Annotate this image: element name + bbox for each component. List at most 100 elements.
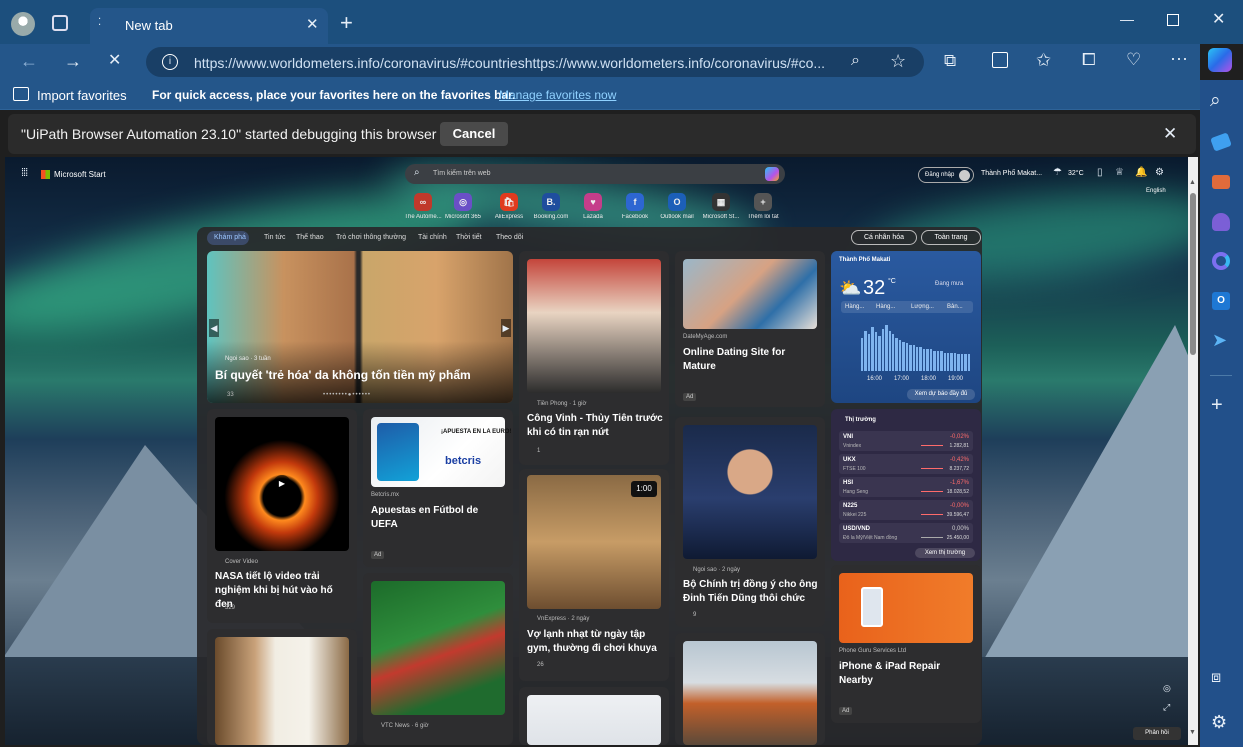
nav-tab-casual-games[interactable]: Trò chơi thông thường [336, 234, 406, 241]
microsoft365-icon[interactable] [1212, 252, 1230, 270]
settings-icon[interactable]: ⚙ [1211, 713, 1227, 731]
tab-actions-icon[interactable] [52, 15, 68, 31]
news-card[interactable]: 1:00 VnExpress · 2 ngày Vợ lạnh nhạt từ … [519, 469, 669, 681]
import-favorites-icon[interactable] [13, 87, 29, 101]
quick-link[interactable]: ♥ Lazada [573, 193, 613, 220]
nav-tab-finance[interactable]: Tài chính [418, 234, 447, 241]
card-title[interactable]: Online Dating Site for Mature [683, 346, 819, 374]
import-favorites-link[interactable]: Import favorites [37, 88, 127, 103]
zoom-icon[interactable]: ⌕ [851, 53, 860, 69]
more-icon[interactable]: ··· [1170, 49, 1188, 67]
ad-card[interactable]: ¡APUESTA EN LA EURO! betcris Betcris.mx … [363, 409, 513, 567]
page-scrollbar[interactable]: ▲ ▼ [1188, 157, 1198, 745]
page-settings-icon[interactable]: ⚙ [1155, 168, 1164, 178]
split-screen-icon[interactable] [992, 52, 1008, 68]
back-icon[interactable]: ← [20, 52, 38, 70]
quick-link[interactable]: O Outlook mail [657, 193, 697, 220]
view-market-button[interactable]: Xem thị trường [915, 548, 975, 558]
forward-icon[interactable]: → [64, 52, 82, 70]
screenshot-icon[interactable]: ⧈ [1211, 670, 1221, 686]
nav-tab-sports[interactable]: Thể thao [296, 234, 324, 241]
weather-tab[interactable]: Bản... [947, 304, 963, 310]
games-icon[interactable] [1212, 213, 1230, 231]
next-icon[interactable]: ▶ [501, 319, 511, 337]
layout-dropdown[interactable]: Toàn trang [921, 230, 981, 245]
new-tab-icon[interactable]: + [340, 12, 353, 34]
send-icon[interactable]: ➤ [1212, 331, 1227, 349]
news-card[interactable] [675, 633, 825, 745]
copilot-icon[interactable] [765, 167, 779, 181]
carousel-dots[interactable]: ••••••••●•••••• [323, 392, 371, 398]
language-label[interactable]: English [1146, 188, 1166, 194]
tab-new-tab[interactable]: ⁚ New tab ✕ [90, 8, 328, 44]
phone-icon[interactable]: ▯ [1097, 168, 1103, 178]
like-count[interactable]: 9 [693, 612, 696, 618]
personalize-button[interactable]: Cá nhân hóa [851, 230, 917, 245]
previous-icon[interactable]: ◀ [209, 319, 219, 337]
favorites-icon[interactable]: ✩ [1036, 51, 1051, 69]
like-count[interactable]: 26 [537, 662, 544, 668]
header-temp[interactable]: 32°C [1068, 170, 1084, 177]
close-tab-icon[interactable]: ✕ [306, 17, 319, 32]
copilot-icon[interactable] [1208, 48, 1232, 72]
refresh-icon[interactable]: ◎ [1163, 684, 1171, 693]
rewards-icon[interactable]: ♕ [1115, 168, 1124, 178]
nav-tab-following[interactable]: Theo dõi [496, 234, 523, 241]
news-card[interactable] [207, 629, 357, 745]
card-title[interactable]: Apuestas en Fútbol de UEFA [371, 504, 507, 532]
scroll-up-icon[interactable]: ▲ [1189, 179, 1196, 186]
favorite-star-icon[interactable]: ☆ [890, 52, 906, 70]
like-count[interactable]: 1 [537, 448, 540, 454]
outlook-icon[interactable]: O [1212, 292, 1230, 310]
close-infobar-icon[interactable]: ✕ [1163, 125, 1177, 142]
news-card[interactable]: VTC News · 6 giờ [363, 573, 513, 745]
info-icon[interactable]: i [162, 54, 178, 70]
play-icon[interactable]: ▶ [273, 475, 291, 493]
market-row[interactable]: N225 Nikkei 225 -0,00% 39.596,47 [839, 500, 973, 520]
ad-card[interactable]: Phone Guru Services Ltd iPhone & iPad Re… [831, 565, 981, 723]
quick-link[interactable]: B. Booking.com [531, 193, 571, 220]
card-title[interactable]: Công Vinh - Thủy Tiên trước khi có tin r… [527, 412, 663, 440]
card-title[interactable]: NASA tiết lộ video trải nghiệm khi bị hú… [215, 570, 351, 612]
profile-avatar[interactable] [11, 12, 35, 36]
card-title[interactable]: Vợ lạnh nhạt từ ngày tập gym, thường đi … [527, 628, 663, 656]
market-title[interactable]: Thị trường [845, 417, 876, 423]
search-icon[interactable]: ⌕ [1210, 91, 1221, 110]
ad-card[interactable]: DateMyAge.com Online Dating Site for Mat… [675, 251, 825, 407]
news-card[interactable]: Ngoi sao · 2 ngày Bộ Chính trị đồng ý ch… [675, 417, 825, 627]
video-card[interactable]: ▶ Cover Video NASA tiết lộ video trải ng… [207, 409, 357, 623]
quick-link[interactable]: ∞ The Autome... [403, 193, 443, 220]
quick-link[interactable]: ▦ Microsoft St... [701, 193, 741, 220]
like-count[interactable]: 33 [227, 392, 234, 398]
scroll-down-icon[interactable]: ▼ [1189, 729, 1196, 736]
market-row[interactable]: UKX FTSE 100 -0,42% 8.237,72 [839, 454, 973, 474]
card-title[interactable]: Bí quyết 'trẻ hóa' da không tốn tiền mỹ … [215, 368, 505, 382]
market-row[interactable]: HSI Hang Seng -1,67% 18.028,52 [839, 477, 973, 497]
nav-tab-news[interactable]: Tin tức [264, 234, 286, 241]
news-card[interactable]: Tiền Phong · 1 giờ Công Vinh - Thủy Tiên… [519, 251, 669, 465]
market-row[interactable]: USD/VND Đô la Mỹ/Việt Nam đồng 0,00% 25.450… [839, 523, 973, 543]
like-count[interactable]: 329 [225, 605, 235, 611]
market-row[interactable]: VNI Vnindex -0,02% 1.282,81 [839, 431, 973, 451]
expand-icon[interactable]: ⤢ [1163, 703, 1170, 712]
card-title[interactable]: iPhone & iPad Repair Nearby [839, 660, 975, 688]
card-title[interactable]: Bộ Chính trị đồng ý cho ông Đinh Tiến Dũ… [683, 578, 819, 606]
quick-link[interactable]: f Facebook [615, 193, 655, 220]
manage-favorites-link[interactable]: Manage favorites now [499, 88, 616, 102]
weather-city[interactable]: Thành Phố Makati [839, 257, 890, 263]
signin-button[interactable]: Đăng nhập [918, 167, 974, 183]
full-forecast-button[interactable]: Xem dự báo đầy đủ [907, 389, 975, 400]
add-sidebar-icon[interactable]: + [1211, 395, 1223, 415]
close-window-icon[interactable]: ✕ [1212, 12, 1225, 28]
weather-tab[interactable]: Lượng... [911, 304, 934, 310]
feedback-button[interactable]: Phản hồi [1133, 727, 1181, 740]
browser-essentials-icon[interactable]: ♡ [1126, 51, 1141, 68]
collections-icon[interactable]: ⧠ [1082, 51, 1096, 68]
extensions-icon[interactable]: ⧉ [944, 52, 956, 69]
weather-tab[interactable]: Hàng... [845, 304, 864, 310]
minimize-icon[interactable]: — [1120, 12, 1134, 26]
nav-tab-explore[interactable]: Khám phá [214, 234, 246, 241]
cancel-button[interactable]: Cancel [440, 122, 508, 146]
ad-card[interactable] [519, 687, 669, 745]
market-card[interactable]: Thị trường VNI Vnindex -0,02% 1.282,81 UKX FT… [831, 409, 981, 561]
